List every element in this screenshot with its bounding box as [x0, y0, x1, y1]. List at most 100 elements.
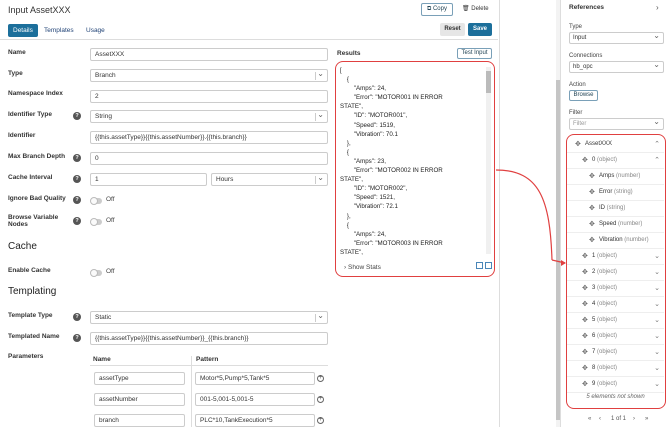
help-icon[interactable]: ?	[73, 112, 81, 120]
node-icon: ✥	[589, 221, 595, 228]
first-page-icon[interactable]: «	[588, 416, 591, 422]
browse-button[interactable]: Browse	[569, 90, 598, 101]
node-icon: ✥	[582, 317, 588, 324]
chevron-down-icon[interactable]: ⌄	[654, 345, 660, 360]
type-label: Type	[8, 70, 23, 77]
param-pattern-input[interactable]: 001-5,001-5,001-5	[195, 393, 315, 406]
param-pattern-input[interactable]: PLC*10,TankExecution*5	[195, 414, 315, 427]
identifier-input[interactable]: {{this.assetType}}{{this.assetNumber}}.{…	[90, 131, 328, 144]
test-input-button[interactable]: Test Input	[457, 48, 492, 59]
add-row-icon[interactable]: +	[317, 417, 324, 424]
help-icon[interactable]: ?	[73, 313, 81, 321]
chevron-up-icon[interactable]: ⌃	[654, 137, 660, 152]
help-icon[interactable]: ?	[73, 217, 81, 225]
tree-node[interactable]: ✥ Speed (number)	[567, 217, 664, 233]
param-name-input[interactable]: branch	[94, 414, 185, 427]
chevron-down-icon[interactable]: ⌄	[654, 377, 660, 392]
ref-filter-input[interactable]: Filter	[569, 117, 664, 130]
enable-cache-toggle[interactable]	[90, 269, 102, 277]
type-select[interactable]: Branch	[90, 69, 328, 82]
ref-connections-value: hb_opc	[573, 64, 593, 70]
chevron-down-icon[interactable]: ⌄	[654, 281, 660, 296]
template-type-select[interactable]: Static	[90, 311, 328, 324]
tree-node[interactable]: ✥ 2 (object) ⌄	[567, 265, 664, 281]
delete-button[interactable]: 🗑 Delete	[462, 3, 489, 16]
cache-interval-input[interactable]: 1	[90, 173, 207, 186]
chevron-down-icon[interactable]: ⌄	[654, 249, 660, 264]
tree-node[interactable]: ✥ 9 (object) ⌄	[567, 377, 664, 393]
tab-templates[interactable]: Templates	[39, 24, 79, 37]
tree-node-type: (object)	[595, 253, 618, 259]
tree-node[interactable]: ✥ 7 (object) ⌄	[567, 345, 664, 361]
results-scroll-thumb[interactable]	[486, 71, 491, 93]
ref-connections-select[interactable]: hb_opc	[569, 60, 664, 73]
code-line: "Amps": 24,	[340, 85, 387, 93]
tree-node[interactable]: ✥ ID (string)	[567, 201, 664, 217]
node-icon: ✥	[582, 365, 588, 372]
chevron-down-icon[interactable]: ⌄	[654, 313, 660, 328]
copy-icon: ⧉	[427, 6, 432, 12]
help-icon[interactable]: ?	[73, 334, 81, 342]
template-type-value: Static	[95, 314, 112, 321]
cache-unit-select[interactable]: Hours	[211, 173, 328, 186]
cache-unit-value: Hours	[216, 176, 234, 183]
tree-node[interactable]: ✥ 3 (object) ⌄	[567, 281, 664, 297]
help-icon[interactable]: ?	[73, 175, 81, 183]
tree-node-type: (object)	[595, 381, 618, 387]
browse-nodes-toggle[interactable]	[90, 218, 102, 226]
help-icon[interactable]: ?	[73, 196, 81, 204]
help-icon[interactable]: ?	[73, 154, 81, 162]
cache-interval-label: Cache Interval	[8, 174, 53, 181]
param-name-input[interactable]: assetType	[94, 372, 185, 385]
code-line: "Error": "MOTOR002 IN ERROR	[340, 167, 443, 175]
tab-details[interactable]: Details	[8, 24, 38, 37]
copy-button[interactable]: ⧉ Copy	[421, 3, 453, 16]
reset-button[interactable]: Reset	[440, 23, 465, 36]
tree-node[interactable]: ✥ 4 (object) ⌄	[567, 297, 664, 313]
expand-icon[interactable]	[476, 262, 483, 269]
add-row-icon[interactable]: +	[317, 396, 324, 403]
results-code[interactable]: [ { "Amps": 24, "Error": "MOTOR001 IN ER…	[340, 66, 486, 256]
next-page-icon[interactable]: ›	[633, 416, 635, 422]
tree-node[interactable]: ✥ 0 (object) ⌃	[567, 153, 664, 169]
name-label: Name	[8, 49, 26, 56]
node-icon: ✥	[582, 269, 588, 276]
show-stats-toggle[interactable]: › Show Stats	[344, 264, 381, 271]
templated-name-label: Templated Name	[8, 333, 60, 340]
type-value: Branch	[95, 72, 116, 79]
chevron-down-icon[interactable]: ⌄	[654, 265, 660, 280]
templated-name-input[interactable]: {{this.assetType}}{{this.assetNumber}}_{…	[90, 332, 328, 345]
tree-node[interactable]: ✥ Amps (number)	[567, 169, 664, 185]
identifier-type-select[interactable]: String	[90, 110, 328, 123]
tab-usage[interactable]: Usage	[81, 24, 110, 37]
last-page-icon[interactable]: »	[645, 416, 648, 422]
chevron-down-icon[interactable]: ⌄	[654, 361, 660, 376]
save-button[interactable]: Save	[468, 23, 492, 36]
code-line: "Speed": 1521,	[340, 194, 395, 202]
param-name-input[interactable]: assetNumber	[94, 393, 185, 406]
collapse-icon[interactable]: ›	[656, 3, 659, 12]
chevron-down-icon[interactable]: ⌄	[654, 329, 660, 344]
tree-node[interactable]: ✥ 8 (object) ⌄	[567, 361, 664, 377]
tree-node[interactable]: ✥ AssetXXX ⌃	[567, 137, 664, 153]
tree-node[interactable]: ✥ 1 (object) ⌄	[567, 249, 664, 265]
chevron-down-icon[interactable]: ⌄	[654, 297, 660, 312]
tree-node[interactable]: ✥ 5 (object) ⌄	[567, 313, 664, 329]
ignore-quality-toggle[interactable]	[90, 197, 102, 205]
ref-type-select[interactable]: Input	[569, 31, 664, 44]
chevron-up-icon[interactable]: ⌃	[654, 153, 660, 168]
tree-node-label: Error (string)	[599, 185, 633, 200]
code-line: },	[340, 139, 351, 147]
param-pattern-input[interactable]: Motor*5,Pump*5,Tank*5	[195, 372, 315, 385]
name-input[interactable]: AssetXXX	[90, 48, 328, 61]
tree-node[interactable]: ✥ 6 (object) ⌄	[567, 329, 664, 345]
trash-icon: 🗑	[462, 6, 470, 12]
code-line: STATE",	[340, 103, 363, 111]
tree-node-type: (object)	[595, 285, 618, 291]
prev-page-icon[interactable]: ‹	[599, 416, 601, 422]
add-row-icon[interactable]: +	[317, 375, 324, 382]
tree-node[interactable]: ✥ Vibration (number)	[567, 233, 664, 249]
max-depth-input[interactable]: 0	[90, 152, 328, 165]
namespace-input[interactable]: 2	[90, 90, 328, 103]
tree-node[interactable]: ✥ Error (string)	[567, 185, 664, 201]
